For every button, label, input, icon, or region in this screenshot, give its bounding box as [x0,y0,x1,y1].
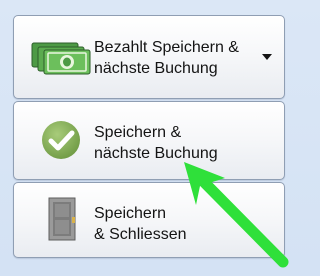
save-close-label: Speichern & Schliessen [94,203,187,245]
paid-save-next-booking-label: Bezahlt Speichern & nächste Buchung [94,37,239,79]
button-label-line-1: Speichern [94,205,167,222]
action-button-panel: Bezahlt Speichern & nächste Buchung Spei… [0,0,300,276]
save-close-button[interactable]: Speichern & Schliessen [13,182,285,258]
button-label-line-2: nächste Buchung [94,60,218,77]
paid-save-next-booking-button[interactable]: Bezahlt Speichern & nächste Buchung [13,15,285,99]
dropdown-caret-icon[interactable] [262,54,272,60]
save-next-booking-button[interactable]: Speichern & nächste Buchung [13,101,285,180]
money-icon [31,42,91,75]
door-icon [48,197,76,241]
save-next-booking-label: Speichern & nächste Buchung [94,122,218,164]
button-label-line-1: Speichern & [94,124,182,141]
button-label-line-2: nächste Buchung [94,145,218,162]
check-icon [42,121,80,159]
button-label-line-2: & Schliessen [94,226,187,243]
button-label-line-1: Bezahlt Speichern & [94,39,239,56]
